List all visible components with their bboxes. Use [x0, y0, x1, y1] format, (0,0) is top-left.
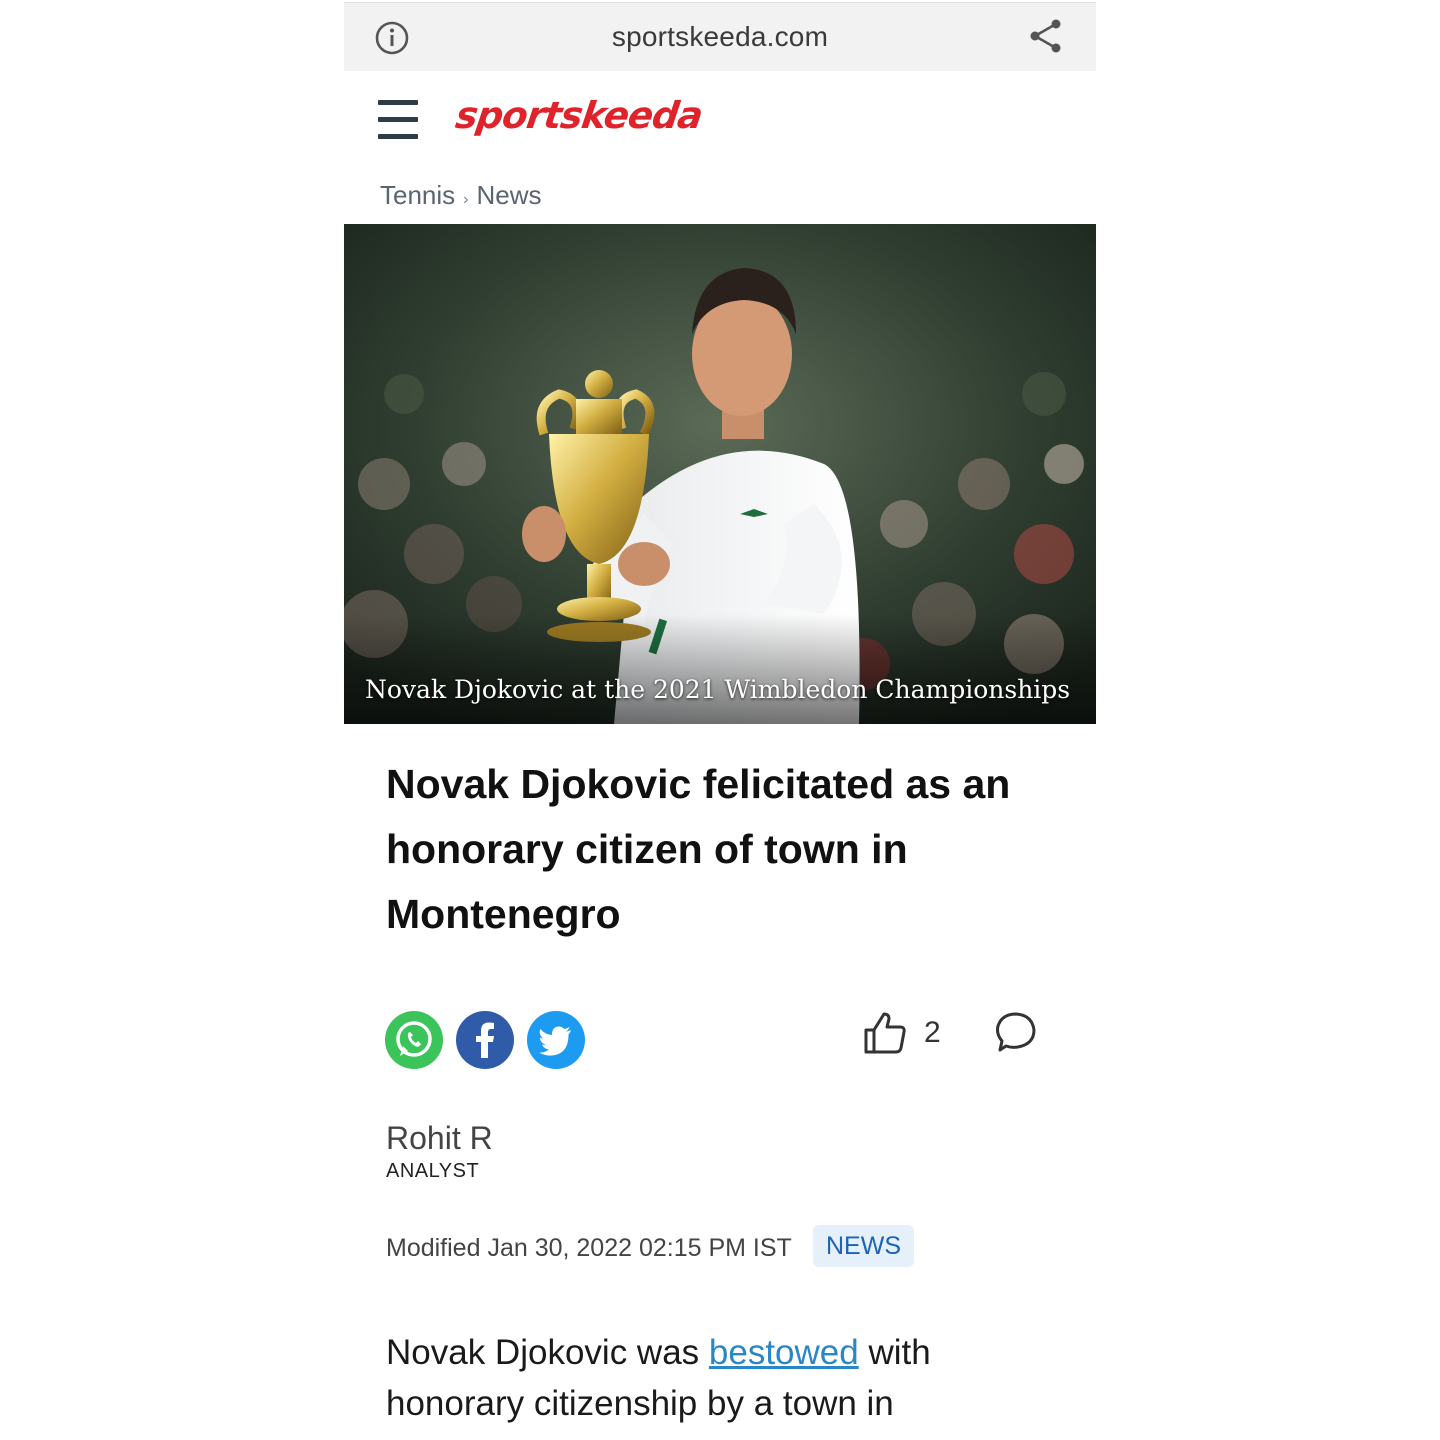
whatsapp-icon	[396, 1021, 432, 1057]
breadcrumb-tennis[interactable]: Tennis	[380, 180, 455, 210]
hamburger-menu-icon[interactable]	[378, 100, 418, 142]
breadcrumb: Tennis › News	[380, 180, 542, 211]
site-logo[interactable]: sportskeeda	[453, 94, 705, 137]
twitter-share-button[interactable]	[527, 1011, 585, 1069]
like-count: 2	[924, 1016, 941, 1049]
browser-url-bar: sportskeeda.com	[344, 2, 1096, 71]
breadcrumb-news[interactable]: News	[476, 180, 541, 210]
site-header: sportskeeda	[344, 70, 1096, 170]
hero-image: Novak Djokovic at the 2021 Wimbledon Cha…	[344, 224, 1096, 724]
facebook-icon	[476, 1022, 494, 1058]
comment-icon[interactable]	[992, 1010, 1038, 1056]
twitter-icon	[539, 1026, 571, 1056]
author-name[interactable]: Rohit R	[386, 1120, 493, 1157]
article-body: Novak Djokovic was bestowed with honorar…	[386, 1327, 1066, 1429]
bestowed-link[interactable]: bestowed	[709, 1333, 859, 1372]
thumbs-up-icon[interactable]	[862, 1010, 908, 1056]
body-text-start: Novak Djokovic was	[386, 1333, 709, 1372]
hero-caption: Novak Djokovic at the 2021 Wimbledon Cha…	[365, 675, 1071, 704]
category-badge[interactable]: NEWS	[813, 1225, 914, 1267]
article-page: sportskeeda.com sportskeeda Tennis › News	[344, 0, 1096, 1440]
article-title: Novak Djokovic felicitated as an honorar…	[386, 761, 1011, 937]
facebook-share-button[interactable]	[456, 1011, 514, 1069]
modified-date: Modified Jan 30, 2022 02:15 PM IST	[386, 1234, 792, 1262]
breadcrumb-separator-icon: ›	[463, 191, 469, 208]
url-domain[interactable]: sportskeeda.com	[344, 21, 1096, 53]
share-icon[interactable]	[1028, 17, 1064, 55]
whatsapp-share-button[interactable]	[385, 1011, 443, 1069]
caption-shade	[344, 614, 1096, 724]
author-role: ANALYST	[386, 1160, 480, 1182]
